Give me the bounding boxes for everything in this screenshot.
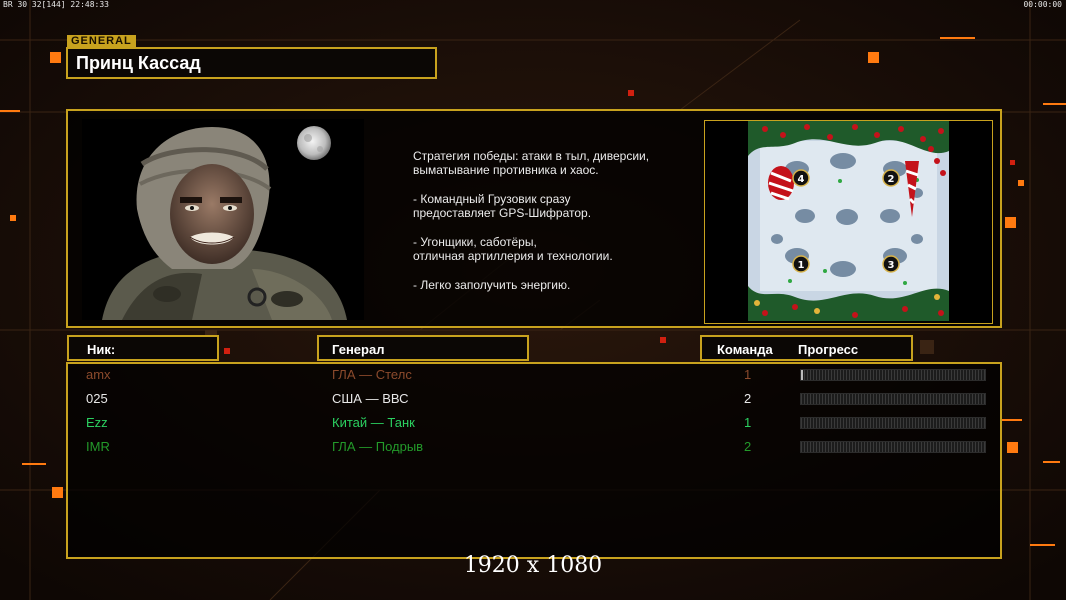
description-line: - Легко заполучить энергию.	[413, 278, 571, 292]
general-description: Стратегия победы: атаки в тыл, диверсии,…	[413, 149, 703, 307]
general-header-box: Генерал	[317, 335, 529, 361]
player-team: 2	[744, 391, 752, 406]
general-name-box: Принц Кассад	[66, 47, 437, 79]
player-nick: 025	[86, 391, 108, 406]
progress-header: Прогресс	[798, 342, 859, 357]
player-general: США — ВВС	[332, 391, 409, 406]
general-name: Принц Кассад	[76, 53, 201, 73]
player-nick: amx	[86, 367, 111, 382]
resolution-label: 1920 x 1080	[463, 553, 603, 578]
map-start-label: 1	[798, 260, 805, 271]
player-progress-bar	[800, 393, 986, 405]
general-portrait	[82, 119, 364, 320]
description-line: Стратегия победы: атаки в тыл, диверсии,…	[413, 149, 650, 177]
description-line: - Угонщики, саботёры, отличная артиллери…	[413, 235, 613, 263]
player-team: 2	[744, 439, 752, 454]
description-line: - Командный Грузовик сразу предоставляет…	[413, 192, 592, 220]
general-tag: GENERAL	[67, 35, 136, 47]
player-general: Китай — Танк	[332, 415, 415, 430]
hud-fps-clock: BR 30 32[144] 22:48:33	[3, 0, 109, 9]
map-preview: 4 2 1 3	[704, 120, 993, 324]
player-row: 025 США — ВВС 2	[68, 388, 1004, 410]
hud-timer: 00:00:00	[1023, 0, 1062, 9]
player-team: 1	[744, 367, 752, 382]
player-team: 1	[744, 415, 752, 430]
general-header: Генерал	[332, 342, 385, 357]
player-nick: IMR	[86, 439, 110, 454]
map-start-label: 2	[888, 174, 895, 185]
player-progress-bar	[800, 441, 986, 453]
player-nick: Ezz	[86, 415, 108, 430]
player-general: ГЛА — Стелс	[332, 367, 412, 382]
player-list-panel: amx ГЛА — Стелс 1 025 США — ВВС 2 Ezz Ки…	[66, 362, 1002, 559]
team-progress-header-box: Команда Прогресс	[700, 335, 913, 361]
general-info-panel: Стратегия победы: атаки в тыл, диверсии,…	[66, 109, 1002, 328]
player-general: ГЛА — Подрыв	[332, 439, 424, 454]
team-header: Команда	[717, 342, 773, 357]
map-start-label: 3	[888, 260, 895, 271]
player-progress-bar	[800, 417, 986, 429]
map-start-label: 4	[798, 174, 805, 185]
player-row: Ezz Китай — Танк 1	[68, 412, 1004, 434]
player-progress-bar	[800, 369, 986, 381]
player-row: IMR ГЛА — Подрыв 2	[68, 436, 1004, 458]
player-progress-fill	[801, 370, 803, 380]
nick-header-box: Ник:	[67, 335, 219, 361]
player-row: amx ГЛА — Стелс 1	[68, 364, 1004, 386]
nick-header: Ник:	[87, 342, 116, 357]
